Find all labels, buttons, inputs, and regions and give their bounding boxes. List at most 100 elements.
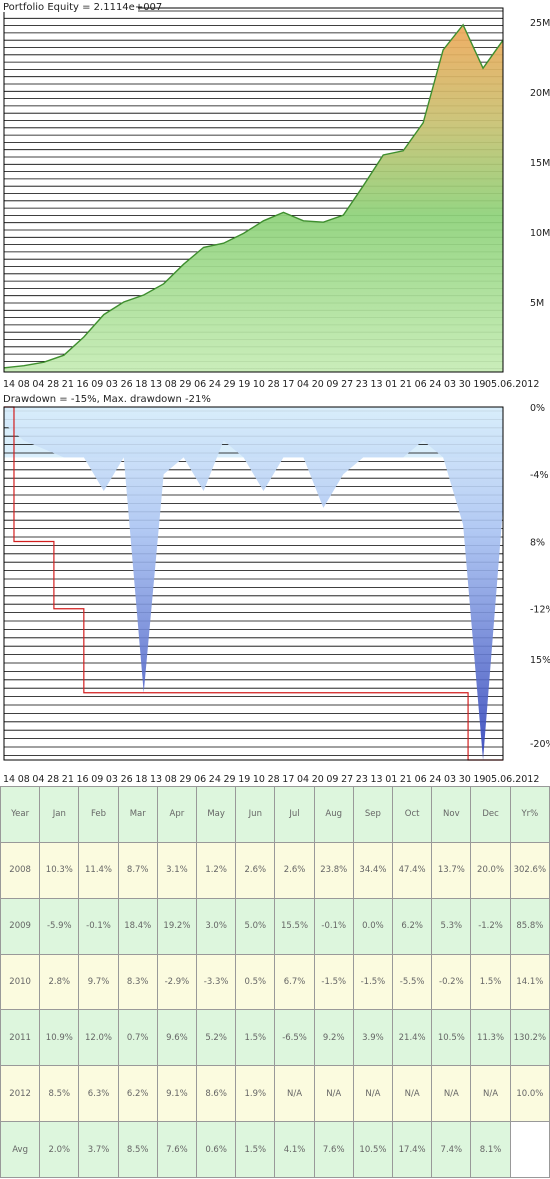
table-cell: 3.7% (78, 1121, 119, 1178)
table-cell: N/A (313, 1065, 354, 1123)
table-cell: 8.3% (117, 953, 158, 1011)
drawdown-x-tick: 03 (444, 774, 456, 785)
table-cell: 6.2% (392, 897, 433, 955)
drawdown-x-tick: 01 (385, 774, 397, 785)
table-cell: Avg (0, 1121, 41, 1178)
table-cell: 5.2% (196, 1009, 237, 1067)
table-cell: 8.1% (470, 1121, 511, 1178)
drawdown-x-tick: 04 (297, 774, 309, 785)
table-cell: -0.2% (431, 953, 472, 1011)
table-header-cell: Dec (470, 786, 511, 843)
table-cell: N/A (431, 1065, 472, 1123)
table-cell: -0.1% (78, 897, 119, 955)
table-cell: 17.4% (392, 1121, 433, 1178)
drawdown-x-tick: 28 (47, 774, 59, 785)
table-cell: 1.9% (235, 1065, 276, 1123)
equity-x-tick: 08 (18, 379, 30, 390)
table-cell: 6.7% (274, 953, 315, 1011)
drawdown-x-tick: 09 (326, 774, 338, 785)
drawdown-x-tick: 06 (415, 774, 427, 785)
table-cell (509, 1121, 550, 1178)
drawdown-x-tick: 21 (400, 774, 412, 785)
drawdown-y-tick: 15% (530, 655, 550, 666)
drawdown-x-tick: 21 (62, 774, 74, 785)
equity-x-tick: 16 (77, 379, 89, 390)
equity-x-tick: 21 (62, 379, 74, 390)
equity-x-tick: 28 (47, 379, 59, 390)
table-cell: 9.1% (156, 1065, 198, 1123)
equity-x-tick: 26 (121, 379, 133, 390)
drawdown-x-tick: 18 (135, 774, 147, 785)
equity-x-tick: 04 (297, 379, 309, 390)
drawdown-x-tick: 29 (179, 774, 191, 785)
table-cell: 7.6% (313, 1121, 354, 1178)
equity-y-tick: 10M (530, 228, 550, 239)
drawdown-x-tick: 14 (3, 774, 15, 785)
equity-x-tick: 14 (3, 379, 15, 390)
table-cell: 10.9% (39, 1009, 80, 1067)
equity-x-tick: 30 (459, 379, 471, 390)
table-header-cell: Jun (235, 786, 276, 843)
table-header-cell: Mar (117, 786, 158, 843)
drawdown-y-tick: 0% (530, 403, 545, 414)
table-cell: 2012 (0, 1065, 41, 1123)
drawdown-x-tick: 24 (209, 774, 221, 785)
table-cell: 8.7% (117, 841, 158, 899)
table-cell: -6.5% (274, 1009, 315, 1067)
table-cell: 13.7% (431, 841, 472, 899)
equity-x-tick: 13 (150, 379, 162, 390)
drawdown-x-tick: 19 (238, 774, 250, 785)
equity-x-tick: 24 (209, 379, 221, 390)
drawdown-x-tick: 03 (106, 774, 118, 785)
drawdown-x-tick: 30 (459, 774, 471, 785)
table-cell: N/A (470, 1065, 511, 1123)
equity-x-tick: 09 (326, 379, 338, 390)
equity-y-tick: 25M (530, 18, 550, 29)
equity-x-tick: 17 (282, 379, 294, 390)
drawdown-x-tick: 27 (341, 774, 353, 785)
equity-title: Portfolio Equity = 2.1114e+007 (3, 2, 162, 13)
table-cell: 9.6% (156, 1009, 198, 1067)
table-cell: N/A (274, 1065, 315, 1123)
table-cell: 5.0% (235, 897, 276, 955)
table-cell: 0.5% (235, 953, 276, 1011)
equity-x-tick: 27 (341, 379, 353, 390)
drawdown-y-tick: -4% (530, 470, 549, 481)
equity-x-tick: 28 (268, 379, 280, 390)
equity-x-tick: 10 (253, 379, 265, 390)
drawdown-x-tick: 23 (356, 774, 368, 785)
table-cell: 19.2% (156, 897, 198, 955)
table-cell: 10.3% (39, 841, 80, 899)
drawdown-x-tick: 28 (268, 774, 280, 785)
drawdown-x-tick: 13 (371, 774, 383, 785)
drawdown-x-tick: 19 (473, 774, 485, 785)
table-cell: 2.6% (274, 841, 315, 899)
equity-x-tick: 24 (429, 379, 441, 390)
table-cell: 3.1% (156, 841, 198, 899)
table-cell: 8.6% (196, 1065, 237, 1123)
drawdown-x-tick: 05.06.2012 (485, 774, 539, 785)
table-row: Avg 2.0% 3.7% 8.5% 7.6% 0.6% 1.5% 4.1% 7.6% 10.5%… (0, 1121, 550, 1178)
equity-x-tick: 29 (224, 379, 236, 390)
equity-x-tick: 03 (106, 379, 118, 390)
equity-x-tick: 03 (444, 379, 456, 390)
table-cell: N/A (392, 1065, 433, 1123)
drawdown-y-tick: -12% (530, 605, 550, 616)
drawdown-x-tick: 06 (194, 774, 206, 785)
table-header-cell: Oct (392, 786, 433, 843)
equity-chart: Portfolio Equity = 2.1114e+007 5M 10M 15M 20… (0, 0, 550, 390)
table-cell: 3.0% (196, 897, 237, 955)
table-cell: 6.2% (117, 1065, 158, 1123)
table-cell: 14.1% (509, 953, 550, 1011)
table-cell: 8.5% (117, 1121, 158, 1178)
table-cell: 11.3% (470, 1009, 511, 1067)
table-cell: 1.5% (235, 1009, 276, 1067)
equity-x-tick: 06 (194, 379, 206, 390)
drawdown-x-tick: 13 (150, 774, 162, 785)
equity-x-tick: 21 (400, 379, 412, 390)
table-cell: 47.4% (392, 841, 433, 899)
table-cell: -2.9% (156, 953, 198, 1011)
table-cell: 10.0% (509, 1065, 550, 1123)
table-cell: 2011 (0, 1009, 41, 1067)
drawdown-x-tick: 17 (282, 774, 294, 785)
